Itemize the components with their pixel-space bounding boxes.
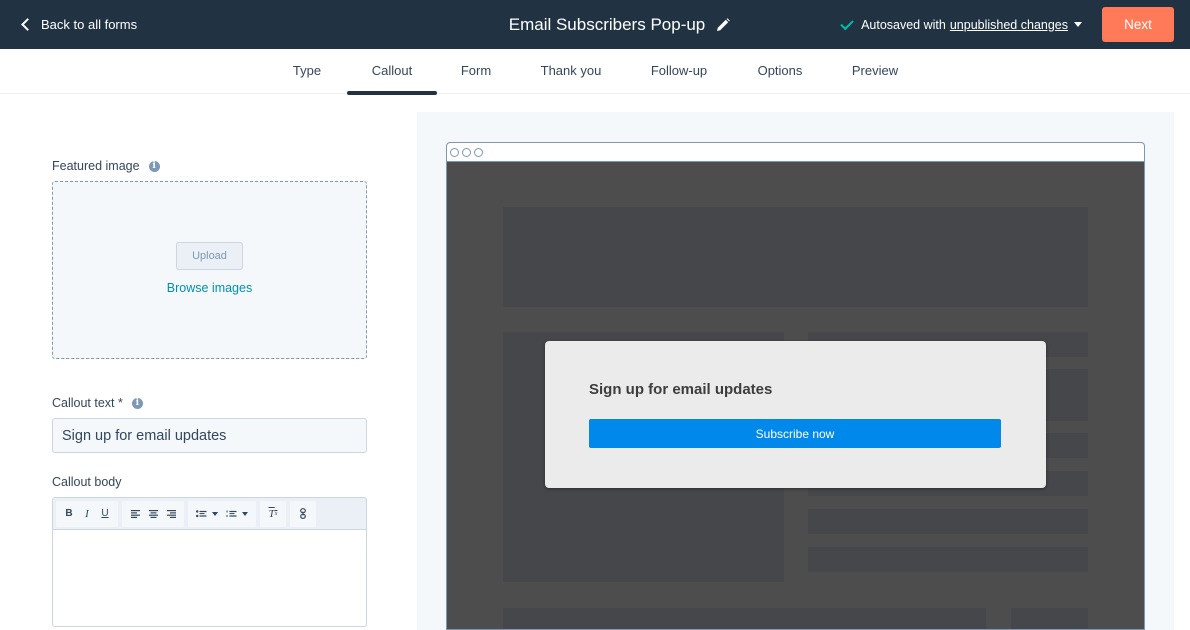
window-dot-icon (462, 147, 471, 157)
popup-preview: Sign up for email updates Subscribe now (545, 341, 1046, 488)
underline-icon[interactable]: U (96, 504, 114, 524)
tab-follow-up[interactable]: Follow-up (643, 49, 715, 94)
caret-down-icon[interactable] (1074, 22, 1082, 27)
check-icon (840, 16, 854, 30)
callout-body-label-text: Callout body (52, 475, 122, 489)
numbered-list-dropdown-icon[interactable] (242, 511, 248, 516)
tab-options[interactable]: Options (748, 49, 812, 94)
back-label: Back to all forms (41, 17, 138, 32)
callout-body-editor: B I U Tx (52, 497, 367, 627)
callout-text-label-text: Callout text * (52, 396, 123, 410)
callout-text-label: Callout text * i (52, 396, 143, 410)
bulleted-list-icon[interactable] (192, 504, 210, 524)
window-dot-icon (450, 147, 459, 157)
featured-image-label-text: Featured image (52, 159, 140, 173)
popup-title: Sign up for email updates (589, 381, 773, 398)
placeholder-block (808, 509, 1088, 534)
tab-bar: Type Callout Form Thank you Follow-up Op… (0, 49, 1190, 95)
featured-image-label: Featured image i (52, 159, 160, 173)
align-right-icon[interactable] (162, 504, 180, 524)
tab-form[interactable]: Form (452, 49, 500, 94)
browse-images-link[interactable]: Browse images (53, 281, 366, 295)
unpublished-changes-link[interactable]: unpublished changes (950, 18, 1068, 32)
rich-text-toolbar: B I U Tx (53, 498, 366, 530)
placeholder-block (503, 207, 1088, 307)
tab-preview[interactable]: Preview (844, 49, 906, 94)
back-to-forms-link[interactable]: Back to all forms (20, 0, 137, 49)
bulleted-list-dropdown-icon[interactable] (212, 511, 218, 516)
top-bar: Back to all forms Email Subscribers Pop-… (0, 0, 1190, 49)
browser-mockup: Sign up for email updates Subscribe now (446, 142, 1145, 630)
italic-icon[interactable]: I (78, 504, 96, 524)
info-icon[interactable]: i (131, 397, 143, 409)
callout-text-input[interactable] (52, 418, 367, 453)
link-icon[interactable] (294, 504, 312, 524)
upload-button[interactable]: Upload (176, 242, 243, 270)
callout-body-content[interactable] (53, 530, 366, 626)
placeholder-block (503, 608, 986, 629)
align-center-icon[interactable] (144, 504, 162, 524)
tab-thank-you[interactable]: Thank you (532, 49, 610, 94)
next-button[interactable]: Next (1102, 7, 1174, 42)
featured-image-dropzone[interactable]: Upload Browse images (52, 181, 367, 359)
info-icon[interactable]: i (148, 160, 160, 172)
placeholder-block (808, 547, 1088, 572)
tab-callout[interactable]: Callout (347, 49, 437, 95)
callout-body-label: Callout body (52, 475, 122, 489)
pencil-icon[interactable] (715, 17, 731, 33)
form-title[interactable]: Email Subscribers Pop-up (509, 15, 706, 35)
subscribe-button[interactable]: Subscribe now (589, 419, 1001, 448)
window-dot-icon (474, 147, 483, 157)
bold-icon[interactable]: B (60, 504, 78, 524)
align-left-icon[interactable] (126, 504, 144, 524)
autosave-status: Autosaved with unpublished changes (840, 0, 1082, 49)
numbered-list-icon[interactable] (222, 504, 240, 524)
tab-type[interactable]: Type (282, 49, 332, 94)
chevron-left-icon (21, 18, 34, 31)
placeholder-block (1011, 608, 1088, 629)
browser-toolbar (447, 143, 1144, 162)
clear-formatting-icon[interactable]: Tx (264, 504, 282, 524)
autosave-text: Autosaved with (861, 17, 946, 32)
